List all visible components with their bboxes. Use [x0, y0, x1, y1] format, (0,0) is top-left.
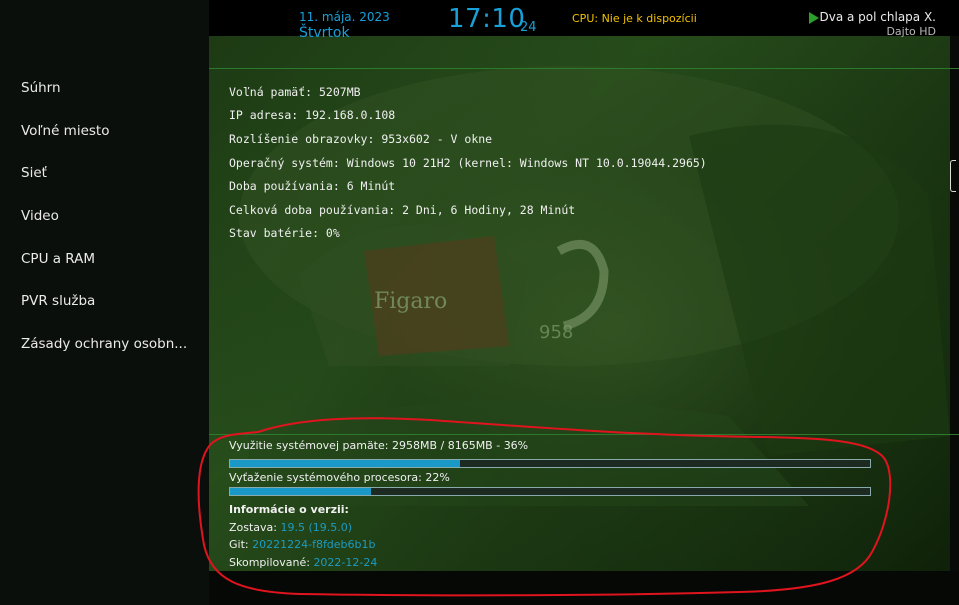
divider	[209, 434, 959, 435]
sidebar-item-privacy[interactable]: Zásady ochrany osobn...	[21, 336, 187, 352]
header-date: 11. mája. 2023	[299, 10, 390, 24]
scrollbar-handle[interactable]	[950, 160, 956, 192]
info-free-memory: Voľná pamäť: 5207MB	[229, 85, 361, 99]
sidebar-item-video[interactable]: Video	[21, 208, 59, 224]
info-resolution: Rozlíšenie obrazovky: 953x602 - V okne	[229, 132, 493, 146]
info-ip-address: IP adresa: 192.168.0.108	[229, 108, 396, 122]
sidebar-item-pvr[interactable]: PVR služba	[21, 293, 95, 309]
header-seconds: 24	[520, 20, 537, 35]
cpu-progress-fill	[230, 488, 371, 495]
memory-progress-bar	[229, 459, 871, 468]
sidebar-item-cpu-ram[interactable]: CPU a RAM	[21, 251, 95, 267]
git-value: 20221224-f8fdeb6b1b	[252, 538, 376, 551]
sidebar-item-network[interactable]: Sieť	[21, 165, 47, 181]
memory-usage-label: Využitie systémovej pamäte: 2958MB / 816…	[229, 439, 529, 452]
right-edge	[950, 36, 959, 571]
info-battery: Stav batérie: 0%	[229, 226, 340, 240]
info-total-uptime: Celková doba používania: 2 Dni, 6 Hodiny…	[229, 203, 576, 217]
info-os: Operačný systém: Windows 10 21H2 (kernel…	[229, 156, 707, 170]
sidebar: Súhrn Voľné miesto Sieť Video CPU a RAM …	[0, 0, 209, 605]
now-playing-title[interactable]: Dva a pol chlapa X.	[820, 10, 937, 24]
compiled-label: Skompilované:	[229, 556, 310, 569]
version-git-row: Git: 20221224-f8fdeb6b1b	[229, 538, 376, 551]
sidebar-item-summary[interactable]: Súhrn	[21, 80, 61, 96]
bottom-band	[209, 571, 959, 605]
info-uptime: Doba používania: 6 Minút	[229, 179, 396, 193]
header-clock: 17:10	[448, 4, 526, 34]
build-value: 19.5 (19.5.0)	[280, 521, 353, 534]
version-compiled-row: Skompilované: 2022-12-24	[229, 556, 377, 569]
sidebar-item-free-space[interactable]: Voľné miesto	[21, 123, 109, 139]
version-heading: Informácie o verzii:	[229, 503, 349, 516]
cpu-progress-bar	[229, 487, 871, 496]
git-label: Git:	[229, 538, 249, 551]
cpu-status: CPU: Nie je k dispozícii	[572, 12, 697, 25]
play-icon[interactable]	[809, 12, 819, 24]
memory-progress-fill	[230, 460, 461, 467]
version-build-row: Zostava: 19.5 (19.5.0)	[229, 521, 352, 534]
divider	[209, 68, 959, 69]
header-day: Štvrtok	[299, 25, 350, 41]
figaro-logo-text: Figaro	[374, 289, 447, 314]
build-label: Zostava:	[229, 521, 278, 534]
now-playing-channel: Dajto HD	[886, 25, 936, 38]
cpu-load-label: Vyťaženie systémového procesora: 22%	[229, 471, 450, 484]
compiled-value: 2022-12-24	[313, 556, 378, 569]
